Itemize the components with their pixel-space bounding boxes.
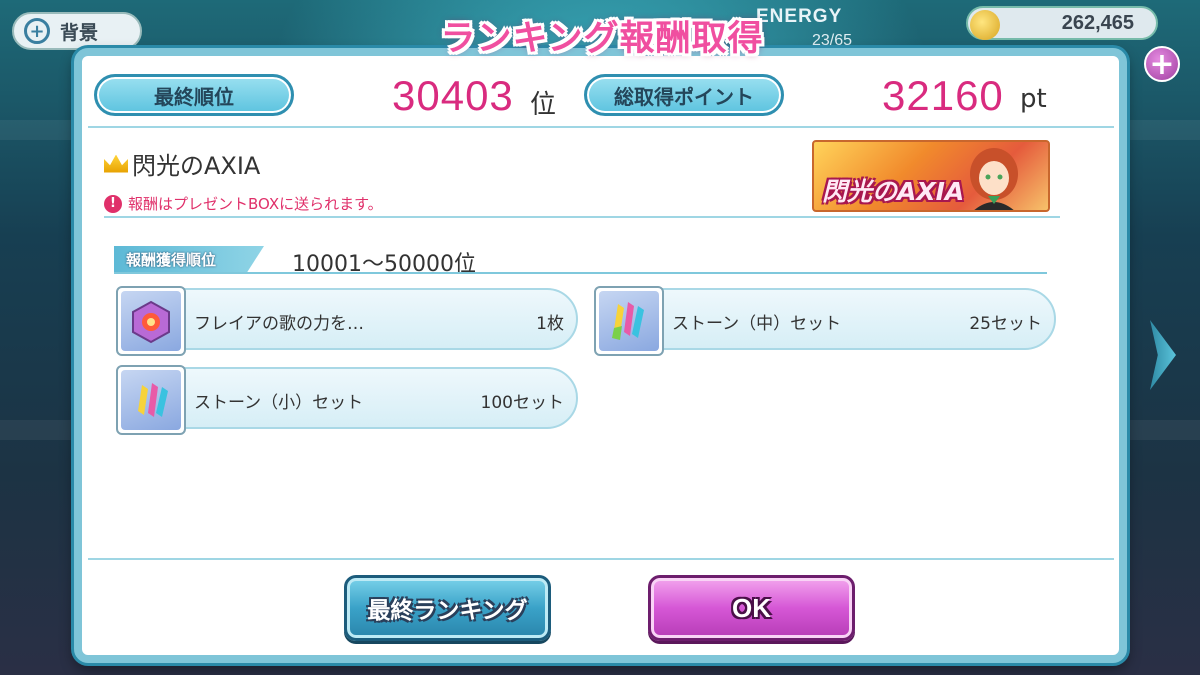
reward-item[interactable]: フレイアの歌の力を… 1枚 xyxy=(116,286,578,356)
event-banner: 閃光のAXIA xyxy=(812,140,1050,212)
alert-icon: ! xyxy=(104,194,122,213)
stone-medium-set-icon xyxy=(599,291,659,351)
stone-small-set-icon xyxy=(121,370,181,430)
reward-item-icon-frame xyxy=(116,365,186,435)
reward-item-name: ストーン（小）セット xyxy=(194,393,364,413)
reward-item-icon-frame xyxy=(594,286,664,356)
reward-item[interactable]: ストーン（中）セット 25セット xyxy=(594,286,1056,356)
zoom-in-icon: + xyxy=(24,18,50,44)
ok-button[interactable]: OK xyxy=(648,575,855,641)
crown-icon xyxy=(104,154,128,173)
banner-text: 閃光のAXIA xyxy=(822,177,965,206)
reward-rank-underline xyxy=(114,272,1047,274)
reward-item-qty: 25セット xyxy=(969,314,1042,334)
dialog-title-wrap: ランキング報酬取得 xyxy=(432,8,772,62)
total-points-label: 総取得ポイント xyxy=(584,74,784,116)
final-rank-value: 30403 xyxy=(392,72,514,119)
background-toggle-button[interactable]: + 背景 xyxy=(12,12,142,50)
background-toggle-label: 背景 xyxy=(60,21,99,44)
event-title: 閃光のAXIA xyxy=(104,146,260,181)
coin-value: 262,465 xyxy=(1061,11,1134,34)
final-rank-unit: 位 xyxy=(530,90,557,120)
divider xyxy=(88,558,1114,560)
notice: ! 報酬はプレゼントBOXに送られます。 xyxy=(104,193,383,214)
event-name-text: 閃光のAXIA xyxy=(132,152,261,180)
song-power-cube-icon xyxy=(121,291,181,351)
divider xyxy=(104,216,1060,218)
plus-icon: + xyxy=(1149,46,1175,82)
final-ranking-button[interactable]: 最終ランキング xyxy=(344,575,551,641)
coin-icon xyxy=(970,10,1000,40)
reward-item-qty: 100セット xyxy=(480,393,564,413)
dialog-title: ランキング報酬取得 xyxy=(440,18,764,59)
reward-rank-tag: 報酬獲得順位 xyxy=(114,246,264,274)
divider xyxy=(88,126,1114,128)
total-points-unit: pt xyxy=(1020,84,1047,114)
reward-item[interactable]: ストーン（小）セット 100セット xyxy=(116,365,578,435)
reward-item-name: ストーン（中）セット xyxy=(672,314,842,334)
total-points-value: 32160 xyxy=(882,72,1004,119)
reward-item-qty: 1枚 xyxy=(536,314,564,334)
notice-text: 報酬はプレゼントBOXに送られます。 xyxy=(128,195,383,213)
character-portrait-icon xyxy=(970,148,1018,210)
coin-counter: 262,465 xyxy=(966,6,1158,40)
add-currency-button[interactable]: + xyxy=(1144,46,1180,82)
reward-item-icon-frame xyxy=(116,286,186,356)
final-rank-label: 最終順位 xyxy=(94,74,294,116)
reward-item-name: フレイアの歌の力を… xyxy=(194,314,364,334)
